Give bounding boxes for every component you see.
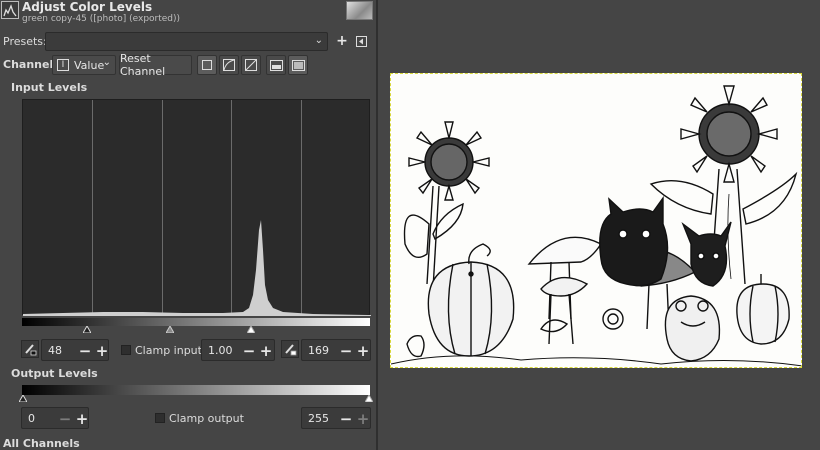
output-low-spinbox[interactable]: 0 − + [21,407,89,429]
clamp-output-label: Clamp output [169,412,244,425]
histogram-plot [23,220,371,316]
input-low-handle[interactable] [82,324,92,336]
output-low-value: 0 [28,412,35,425]
pick-white-point-button[interactable] [281,340,299,358]
channel-label: Channel: [3,58,58,71]
input-gamma-handle[interactable] [165,324,175,336]
line-art-illustration [391,85,801,367]
channel-select[interactable]: I Value ⌄ [52,55,116,75]
image-canvas[interactable] [378,0,820,450]
output-low-handle[interactable] [18,393,28,405]
output-low-decrement[interactable]: − [56,408,74,430]
preset-menu-button[interactable] [352,32,370,50]
toad [664,295,721,362]
linear-histogram-button[interactable] [197,55,217,75]
presets-label: Presets: [3,35,47,48]
linear-scale-button[interactable] [241,55,261,75]
plus-icon: + [336,33,348,49]
curves-icon [269,59,283,71]
input-gamma-value: 1.00 [208,344,233,357]
presets-combo[interactable]: ⌄ [45,32,328,51]
input-gamma-decrement[interactable]: − [240,340,258,362]
value-channel-icon: I [57,59,69,71]
output-low-increment[interactable]: + [73,408,91,430]
output-high-value: 255 [308,412,329,425]
levels-dialog: Adjust Color Levels green copy-45 ([phot… [0,0,376,450]
eyedropper-black-icon [25,344,37,356]
pick-black-point-button[interactable] [21,340,39,358]
clamp-input-label: Clamp input [135,344,202,357]
input-gamma-spinbox[interactable]: 1.00 − + [201,339,275,361]
log-histogram-icon [223,59,235,71]
reset-channel-button[interactable]: Reset Channel [119,52,192,78]
output-high-handle[interactable] [364,393,374,405]
log-histogram-button[interactable] [219,55,239,75]
input-levels-heading: Input Levels [11,81,88,94]
input-high-handle[interactable] [246,324,256,336]
chevron-down-icon: ⌄ [102,57,111,68]
levels-histogram-icon [1,1,19,19]
input-gamma-increment[interactable]: + [257,340,275,362]
histogram [22,99,371,316]
input-high-increment[interactable]: + [354,340,372,362]
image-thumbnail [346,1,373,20]
output-levels-heading: Output Levels [11,367,98,380]
preset-menu-icon [355,35,367,47]
acorn [406,334,425,358]
snail [602,308,624,330]
black-cat [599,195,669,287]
dialog-subtitle: green copy-45 ([photo] (exported)) [22,14,181,24]
channel-value: Value [74,58,105,72]
input-high-decrement[interactable]: − [337,340,355,362]
dog [681,221,732,287]
output-high-decrement[interactable]: − [337,408,355,430]
histogram-view-icon [291,59,305,71]
input-low-spinbox[interactable]: 48 − + [41,339,109,361]
output-high-spinbox[interactable]: 255 − + [301,407,371,429]
input-low-increment[interactable]: + [93,340,111,362]
input-high-value: 169 [308,344,329,357]
output-high-increment[interactable]: + [354,408,372,430]
artwork-image[interactable] [390,73,802,368]
pumpkin-left [427,243,515,357]
add-preset-button[interactable]: + [333,32,351,50]
all-channels-section[interactable]: All Channels [3,437,80,450]
input-low-value: 48 [48,344,62,357]
dialog-title: Adjust Color Levels [22,0,153,14]
input-high-spinbox[interactable]: 169 − + [301,339,371,361]
input-low-decrement[interactable]: − [76,340,94,362]
clamp-input-checkbox[interactable] [121,345,131,355]
output-gradient-bar [22,385,370,395]
linear-histogram-icon [202,60,212,70]
eyedropper-white-icon [285,344,297,356]
histogram-view-button[interactable] [288,55,308,75]
open-as-curves-button[interactable] [266,55,286,75]
clamp-output-checkbox[interactable] [155,413,165,423]
chevron-down-icon: ⌄ [314,35,323,46]
input-gradient-bar [22,318,370,326]
pumpkin-right [736,274,790,345]
linear-scale-icon [245,59,257,71]
